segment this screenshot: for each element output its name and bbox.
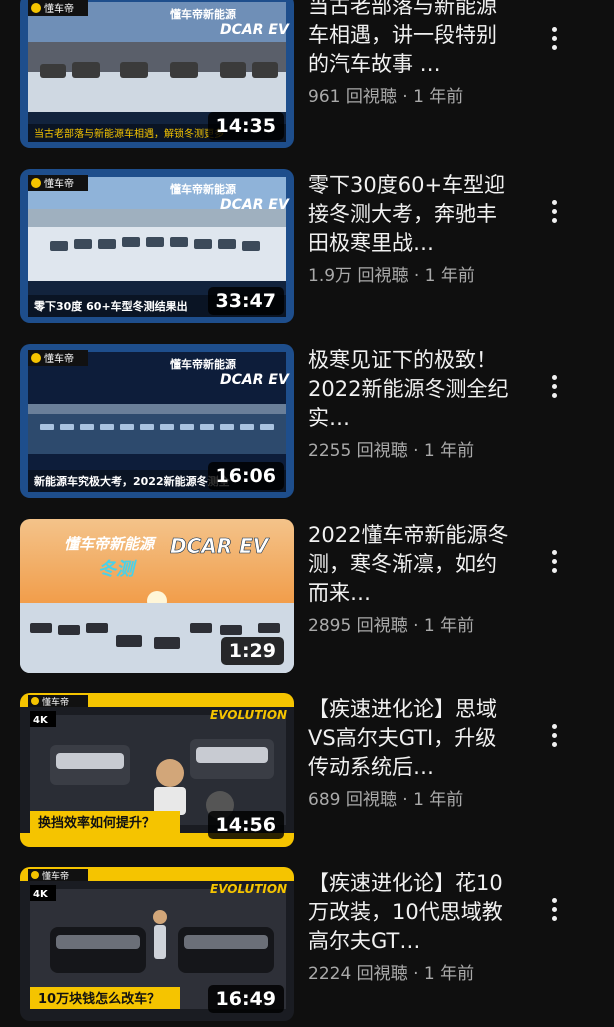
thumb-brand: 懂车帝: [42, 870, 69, 882]
thumb-brand: 懂车帝: [42, 696, 69, 708]
thumb-banner-cn: 懂车帝新能源: [170, 182, 236, 196]
more-options-icon[interactable]: [540, 191, 568, 231]
duration-badge: 14:56: [207, 811, 284, 839]
video-title[interactable]: 当古老部落与新能源车相遇，讲一段特别的汽车故事 …: [308, 0, 514, 79]
video-meta: 689 回視聴 · 1 年前: [308, 785, 528, 810]
thumb-caption: 零下30度 60+车型冬测结果出: [33, 299, 188, 313]
duration-badge: 14:35: [207, 112, 284, 140]
thumb-banner-en: DCAR EV: [220, 22, 290, 38]
duration-badge: 33:47: [207, 287, 284, 315]
thumb-banner-cn: 懂车帝新能源: [170, 7, 236, 21]
video-thumbnail[interactable]: 当古老部落与新能源车相遇，解锁冬测更多 懂车帝 懂车帝新能源 DCAR EV 1…: [20, 0, 294, 148]
video-meta: 2895 回視聴 · 1 年前: [308, 611, 528, 636]
thumb-brand: 懂车帝: [44, 177, 74, 190]
duration-badge: 1:29: [220, 637, 284, 665]
video-item[interactable]: 零下30度 60+车型冬测结果出 懂车帝 懂车帝新能源 DCAR EV 33:4…: [0, 169, 614, 329]
video-title[interactable]: 零下30度60+车型迎接冬测大考，奔驰丰田极寒里战…: [308, 171, 514, 258]
video-meta: 2224 回視聴 · 1 年前: [308, 959, 528, 984]
video-title[interactable]: 极寒见证下的极致！2022新能源冬测全纪实…: [308, 346, 514, 433]
duration-badge: 16:49: [207, 985, 284, 1013]
meta-separator: ·: [407, 441, 424, 461]
video-title[interactable]: 【疾速进化论】花10万改装，10代思域教高尔夫GT…: [308, 869, 514, 956]
meta-separator: ·: [407, 616, 424, 636]
meta-separator: ·: [408, 266, 425, 286]
evo-banner: EVOLUTION: [210, 708, 287, 722]
thumb-banner-cn: 懂车帝新能源: [170, 357, 236, 371]
thumb-banner-en: DCAR EV: [170, 534, 270, 558]
upload-age: 1 年前: [413, 87, 464, 107]
thumb-brand: 懂车帝: [44, 352, 74, 365]
view-count: 961 回視聴: [308, 87, 397, 107]
thumb-banner-sub: 冬测: [98, 559, 137, 580]
thumb-banner-en: DCAR EV: [220, 197, 290, 213]
thumb-caption: 10万块钱怎么改车？: [38, 991, 160, 1007]
meta-separator: ·: [396, 87, 414, 107]
view-count: 2255 回視聴: [308, 441, 408, 461]
upload-age: 1 年前: [413, 790, 464, 810]
video-item[interactable]: 懂车帝新能源 DCAR EV 冬测 1:29 2022懂车帝新能源冬测，寒冬渐凛…: [0, 519, 614, 679]
more-options-icon[interactable]: [540, 541, 568, 581]
more-options-icon[interactable]: [540, 889, 568, 929]
more-options-icon[interactable]: [540, 366, 568, 406]
video-item[interactable]: 当古老部落与新能源车相遇，解锁冬测更多 懂车帝 懂车帝新能源 DCAR EV 1…: [0, 0, 614, 154]
video-thumbnail[interactable]: 4K 懂车帝 EVOLUTION 10万块钱怎么改车？ 16:49: [20, 867, 294, 1021]
view-count: 689 回視聴: [308, 790, 397, 810]
video-item[interactable]: 4K 懂车帝 EVOLUTION 10万块钱怎么改车？ 16:49 【疾速进化论…: [0, 867, 614, 1027]
video-title[interactable]: 【疾速进化论】思域VS高尔夫GTI，升级传动系统后…: [308, 695, 514, 782]
video-meta: 961 回視聴 · 1 年前: [308, 82, 528, 107]
meta-separator: ·: [407, 964, 424, 984]
video-item[interactable]: 新能源车究极大考，2022新能源冬测全 懂车帝 懂车帝新能源 DCAR EV 1…: [0, 344, 614, 504]
svg-text:4K: 4K: [33, 889, 49, 900]
thumb-banner-en: DCAR EV: [220, 372, 290, 388]
upload-age: 1 年前: [423, 441, 475, 461]
more-options-icon[interactable]: [540, 18, 568, 58]
thumb-brand: 懂车帝: [44, 2, 74, 15]
video-title[interactable]: 2022懂车帝新能源冬测，寒冬渐凛，如约而来…: [308, 521, 514, 608]
svg-text:4K: 4K: [33, 715, 49, 726]
view-count: 1.9万 回視聴: [308, 266, 409, 286]
upload-age: 1 年前: [423, 616, 475, 636]
meta-separator: ·: [396, 790, 414, 810]
thumb-caption: 当古老部落与新能源车相遇，解锁冬测更多: [34, 127, 224, 140]
video-meta: 1.9万 回視聴 · 1 年前: [308, 261, 528, 286]
thumb-banner-cn: 懂车帝新能源: [64, 535, 157, 553]
thumb-caption: 新能源车究极大考，2022新能源冬测全: [34, 474, 231, 488]
video-thumbnail[interactable]: 懂车帝新能源 DCAR EV 冬测 1:29: [20, 519, 294, 673]
upload-age: 1 年前: [424, 266, 475, 286]
video-item[interactable]: 4K 懂车帝 EVOLUTION 换挡效率如何提升？ 14:56 【疾速进化论】…: [0, 693, 614, 853]
duration-badge: 16:06: [207, 462, 284, 490]
video-meta: 2255 回視聴 · 1 年前: [308, 436, 528, 461]
video-thumbnail[interactable]: 零下30度 60+车型冬测结果出 懂车帝 懂车帝新能源 DCAR EV 33:4…: [20, 169, 294, 323]
thumb-caption: 换挡效率如何提升？: [38, 815, 155, 831]
evo-banner: EVOLUTION: [210, 882, 287, 896]
video-thumbnail[interactable]: 4K 懂车帝 EVOLUTION 换挡效率如何提升？ 14:56: [20, 693, 294, 847]
more-options-icon[interactable]: [540, 715, 568, 755]
view-count: 2895 回視聴: [308, 616, 408, 636]
view-count: 2224 回視聴: [308, 964, 408, 984]
video-thumbnail[interactable]: 新能源车究极大考，2022新能源冬测全 懂车帝 懂车帝新能源 DCAR EV 1…: [20, 344, 294, 498]
upload-age: 1 年前: [423, 964, 475, 984]
